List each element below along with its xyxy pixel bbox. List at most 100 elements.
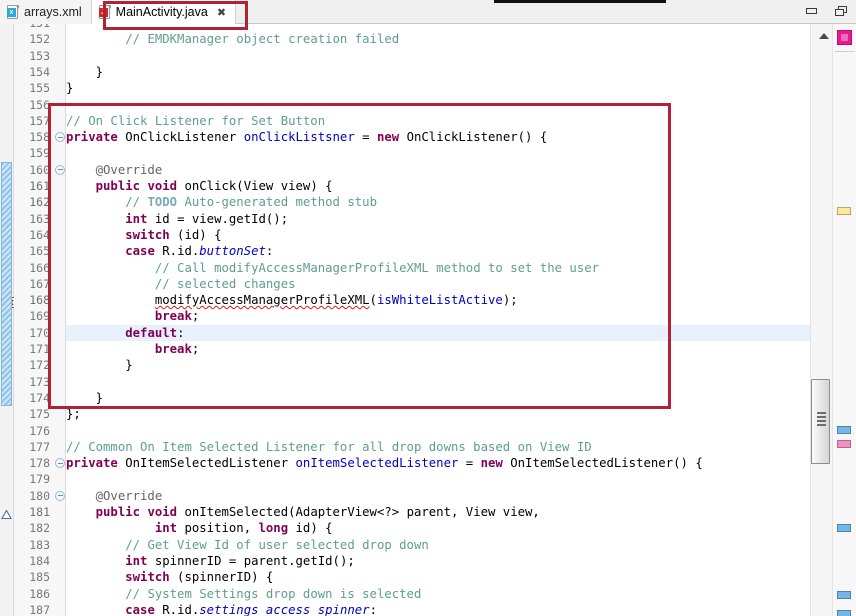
- active-editor-indicator-line: [494, 0, 666, 3]
- overview-search-marker[interactable]: [837, 207, 851, 215]
- line-number: 179: [10, 471, 50, 487]
- code-line[interactable]: private OnItemSelectedListener onItemSel…: [66, 455, 703, 471]
- code-line[interactable]: @Override: [66, 162, 162, 178]
- code-line[interactable]: }: [66, 64, 103, 80]
- source-editor[interactable]: 1511521531541551561571581591601611621631…: [0, 24, 856, 616]
- code-line[interactable]: };: [66, 406, 81, 422]
- code-line[interactable]: case R.id.settings_access_spinner:: [66, 602, 377, 616]
- line-number: 174: [10, 390, 50, 406]
- overview-info-marker[interactable]: [837, 524, 851, 532]
- overview-ruler[interactable]: [832, 24, 856, 616]
- fold-collapse-icon[interactable]: [55, 165, 65, 175]
- code-text-area[interactable]: // EMDKManager object creation failed }}…: [66, 24, 810, 616]
- line-number: 153: [10, 48, 50, 64]
- line-number: 162: [10, 194, 50, 210]
- overview-ruler-divider: [835, 51, 855, 52]
- folding-gutter[interactable]: [54, 24, 66, 616]
- overview-info-marker[interactable]: [837, 591, 851, 599]
- code-line[interactable]: }: [66, 80, 73, 96]
- line-number: 164: [10, 227, 50, 243]
- code-line[interactable]: public void onClick(View view) {: [66, 178, 333, 194]
- code-line[interactable]: switch (spinnerID) {: [66, 569, 273, 585]
- xml-file-icon: x: [7, 5, 19, 19]
- line-number: 159: [10, 145, 50, 161]
- code-line[interactable]: break;: [66, 341, 199, 357]
- code-line[interactable]: }: [66, 390, 103, 406]
- code-line[interactable]: // EMDKManager object creation failed: [66, 31, 399, 47]
- line-number: 176: [10, 423, 50, 439]
- code-line[interactable]: break;: [66, 308, 199, 324]
- line-number: 170: [10, 325, 50, 341]
- line-number: 157: [10, 113, 50, 129]
- line-number: 177: [10, 439, 50, 455]
- line-number: 158: [10, 129, 50, 145]
- line-number: 154: [10, 64, 50, 80]
- line-number: 161: [10, 178, 50, 194]
- code-line[interactable]: // Common On Item Selected Listener for …: [66, 439, 592, 455]
- line-number: 168: [10, 292, 50, 308]
- overview-info-marker[interactable]: [837, 610, 851, 616]
- code-line[interactable]: // TODO Auto-generated method stub: [66, 194, 377, 210]
- line-number: 183: [10, 537, 50, 553]
- line-number: 151: [10, 24, 50, 31]
- code-line[interactable]: @Override: [66, 488, 162, 504]
- scroll-up-arrow-icon[interactable]: [819, 33, 829, 39]
- minimize-icon[interactable]: [804, 4, 820, 18]
- fold-collapse-icon[interactable]: [55, 491, 65, 501]
- editor-tab-mainactivity-java[interactable]: J MainActivity.java ✖: [92, 0, 236, 24]
- code-line[interactable]: // On Click Listener for Set Button: [66, 113, 325, 129]
- fold-collapse-icon[interactable]: [55, 458, 65, 468]
- code-line[interactable]: case R.id.buttonSet:: [66, 243, 273, 259]
- line-number: 167: [10, 276, 50, 292]
- line-number: 184: [10, 553, 50, 569]
- editor-tab-label: MainActivity.java: [116, 0, 208, 24]
- code-line[interactable]: // selected changes: [66, 276, 296, 292]
- line-number: 173: [10, 374, 50, 390]
- line-number: 163: [10, 211, 50, 227]
- line-number: 185: [10, 569, 50, 585]
- eclipse-editor-window: x arrays.xml J MainActivity.java ✖ 151152153…: [0, 0, 856, 616]
- code-line[interactable]: int id = view.getId();: [66, 211, 288, 227]
- line-number: 186: [10, 586, 50, 602]
- overview-error-marker[interactable]: [837, 30, 852, 45]
- line-number: 152: [10, 31, 50, 47]
- code-line[interactable]: // Get View Id of user selected drop dow…: [66, 537, 429, 553]
- restore-icon[interactable]: [834, 4, 850, 18]
- overview-info-marker[interactable]: [837, 426, 851, 434]
- line-number: 166: [10, 260, 50, 276]
- line-number: 165: [10, 243, 50, 259]
- line-number: 160: [10, 162, 50, 178]
- window-controls: [804, 4, 850, 18]
- line-number: 172: [10, 357, 50, 373]
- code-line[interactable]: public void onItemSelected(AdapterView<?…: [66, 504, 540, 520]
- overview-warning-marker[interactable]: [837, 440, 851, 448]
- close-icon[interactable]: ✖: [217, 6, 226, 19]
- code-line[interactable]: // Call modifyAccessManagerProfileXML me…: [66, 260, 599, 276]
- code-line[interactable]: default:: [66, 325, 184, 341]
- line-number: 182: [10, 520, 50, 536]
- code-line[interactable]: int spinnerID = parent.getId();: [66, 553, 355, 569]
- line-number: 169: [10, 308, 50, 324]
- code-line[interactable]: // System Settings drop down is selected: [66, 586, 421, 602]
- java-file-icon: J: [99, 5, 111, 19]
- code-line[interactable]: modifyAccessManagerProfileXML(isWhiteLis…: [66, 292, 518, 308]
- code-line[interactable]: }: [66, 357, 133, 373]
- line-number: 180: [10, 488, 50, 504]
- editor-tab-list[interactable]: x arrays.xml J MainActivity.java ✖: [0, 0, 236, 24]
- editor-tab-label: arrays.xml: [24, 0, 82, 24]
- code-line[interactable]: switch (id) {: [66, 227, 221, 243]
- line-number: 175: [10, 406, 50, 422]
- code-line[interactable]: int position, long id) {: [66, 520, 333, 536]
- line-number: 178: [10, 455, 50, 471]
- line-number: 155: [10, 80, 50, 96]
- vertical-scrollbar-thumb[interactable]: [811, 379, 830, 464]
- line-number: 156: [10, 97, 50, 113]
- vertical-scrollbar-track[interactable]: [810, 24, 832, 616]
- editor-tab-arrays-xml[interactable]: x arrays.xml: [0, 0, 92, 24]
- code-line[interactable]: private OnClickListener onClickListsner …: [66, 129, 547, 145]
- fold-collapse-icon[interactable]: [55, 132, 65, 142]
- line-number: 171: [10, 341, 50, 357]
- line-number-gutter: 1511521531541551561571581591601611621631…: [14, 24, 54, 616]
- line-number: 181: [10, 504, 50, 520]
- line-number: 187: [10, 602, 50, 616]
